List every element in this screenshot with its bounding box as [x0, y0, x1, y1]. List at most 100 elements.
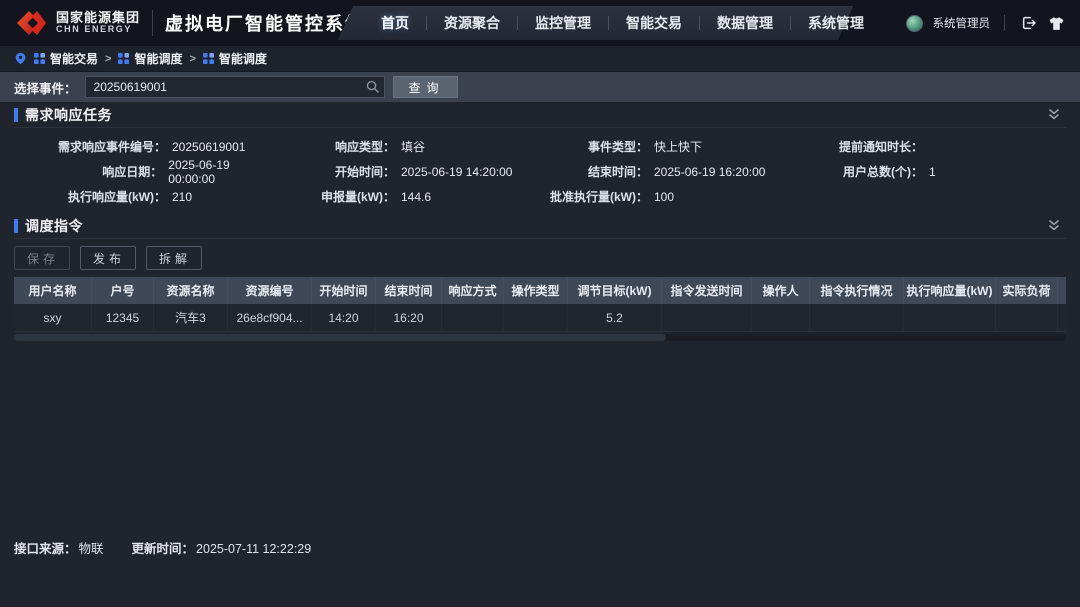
field-label: 事件类型：: [540, 138, 648, 155]
nav-item-5[interactable]: 系统管理: [791, 13, 881, 33]
column-header-3[interactable]: 资源编号: [228, 277, 312, 304]
cell: 汽车3: [154, 304, 228, 331]
field-value: 100: [654, 190, 674, 204]
breadcrumb-label: 智能交易: [50, 50, 98, 67]
breadcrumb-item-0[interactable]: 智能交易: [34, 50, 98, 67]
breadcrumb-label: 智能调度: [219, 50, 267, 67]
realtime-tracking-chart: [0, 349, 1080, 524]
column-header-5[interactable]: 结束时间: [376, 277, 442, 304]
field-value: 2025-06-19 14:20:00: [401, 165, 512, 179]
task-field-8: 执行响应量(kW)： 210: [14, 184, 277, 209]
source-value: 物联: [79, 542, 104, 556]
field-value: 144.6: [401, 190, 431, 204]
app-title: 虚拟电厂智能管控系统: [165, 10, 365, 36]
task-field-11: [803, 184, 1066, 209]
field-label: 执行响应量(kW)：: [14, 188, 166, 205]
nav-item-1[interactable]: 资源聚合: [427, 13, 517, 33]
dispatch-section: 调度指令 保存发布拆解 用户名称户号资源名称资源编号开始时间结束时间响应方式操作…: [0, 213, 1080, 341]
dispatch-table: 用户名称户号资源名称资源编号开始时间结束时间响应方式操作类型调节目标(kW)指令…: [14, 277, 1066, 332]
table-row[interactable]: sxy12345汽车326e8cf904...14:2016:205.2: [14, 304, 1066, 332]
cell: 5.2: [568, 304, 662, 331]
nav-item-0[interactable]: 首页: [364, 13, 426, 33]
cell: [442, 304, 504, 331]
cell: [1058, 304, 1066, 331]
update-time-value: 2025-07-11 12:22:29: [196, 542, 311, 556]
task-field-1: 响应类型：填谷: [277, 134, 540, 159]
breadcrumb-item-1[interactable]: 智能调度: [118, 50, 182, 67]
table-header-row: 用户名称户号资源名称资源编号开始时间结束时间响应方式操作类型调节目标(kW)指令…: [14, 277, 1066, 304]
nav-item-2[interactable]: 监控管理: [518, 13, 608, 33]
column-header-7[interactable]: 操作类型: [504, 277, 568, 304]
column-header-4[interactable]: 开始时间: [312, 277, 376, 304]
cell: 16:20: [376, 304, 442, 331]
task-field-6: 结束时间： 2025-06-19 16:20:00: [540, 159, 803, 184]
column-header-1[interactable]: 户号: [92, 277, 154, 304]
brand-name-cn: 国家能源集团: [56, 11, 140, 25]
main-nav: 首页资源聚合监控管理智能交易数据管理系统管理: [338, 6, 899, 40]
logout-icon[interactable]: [1019, 14, 1037, 32]
theme-icon[interactable]: [1047, 14, 1066, 33]
cell: [996, 304, 1058, 331]
grid-icon: [34, 53, 45, 64]
chn-energy-logo-icon: [14, 8, 48, 38]
cell: [810, 304, 904, 331]
brand-logo: 国家能源集团 CHN ENERGY: [14, 8, 140, 38]
cell: 26e8cf904...: [228, 304, 312, 331]
field-value: 20250619001: [172, 140, 245, 154]
grid-icon: [203, 53, 214, 64]
cell: sxy: [14, 304, 92, 331]
user-avatar[interactable]: [906, 15, 923, 32]
brand-name-en: CHN ENERGY: [56, 25, 140, 34]
field-label: 开始时间：: [277, 163, 395, 180]
nav-item-3[interactable]: 智能交易: [609, 13, 699, 33]
field-value: 2025-06-19 16:20:00: [654, 165, 765, 179]
field-label: 响应日期：: [14, 163, 162, 180]
cell: [904, 304, 996, 331]
page-footer: 接口来源：物联 更新时间：2025-07-11 12:22:29: [0, 524, 1080, 557]
column-header-9[interactable]: 指令发送时间: [662, 277, 752, 304]
event-select-label: 选择事件：: [14, 78, 77, 97]
task-field-4: 响应日期： 2025-06-19 00:00:00: [14, 159, 277, 184]
task-field-9: 申报量(kW)： 144.6: [277, 184, 540, 209]
load-line-chart: [10, 369, 1070, 521]
field-value: 快上快下: [654, 138, 702, 155]
column-header-11[interactable]: 指令执行情况: [810, 277, 904, 304]
grid-icon: [118, 53, 129, 64]
column-header-6[interactable]: 响应方式: [442, 277, 504, 304]
collapse-chevron-icon[interactable]: [1048, 219, 1060, 235]
column-header-0[interactable]: 用户名称: [14, 277, 92, 304]
field-label: 结束时间：: [540, 163, 648, 180]
query-button[interactable]: 查询: [393, 76, 458, 98]
publish-button[interactable]: 发布: [80, 246, 136, 270]
event-select-input[interactable]: [85, 76, 385, 98]
task-field-2: 事件类型： 快上快下: [540, 134, 803, 159]
user-name: 系统管理员: [933, 15, 991, 31]
header-vertical-divider: [1004, 15, 1005, 31]
field-label: 用户总数(个)：: [803, 163, 923, 180]
column-header-14[interactable]: 执行: [1058, 277, 1066, 304]
section-accent-bar: [14, 108, 18, 122]
nav-item-4[interactable]: 数据管理: [700, 13, 790, 33]
field-label: 申报量(kW)：: [277, 188, 395, 205]
column-header-8[interactable]: 调节目标(kW): [568, 277, 662, 304]
column-header-2[interactable]: 资源名称: [154, 277, 228, 304]
source-label: 接口来源：: [14, 542, 77, 556]
table-horizontal-scrollbar[interactable]: [14, 334, 1066, 341]
field-label: 提前通知时长：: [803, 138, 923, 155]
field-value: 填谷: [401, 138, 425, 155]
field-label: 需求响应事件编号：: [14, 138, 166, 155]
collapse-chevron-icon[interactable]: [1048, 108, 1060, 124]
field-value: 210: [172, 190, 192, 204]
scrollbar-thumb[interactable]: [14, 334, 666, 341]
breadcrumb-item-2[interactable]: 智能调度: [203, 50, 267, 67]
column-header-10[interactable]: 操作人: [752, 277, 810, 304]
location-pin-icon: [14, 51, 27, 66]
field-value: 1: [929, 165, 936, 179]
column-header-13[interactable]: 实际负荷: [996, 277, 1058, 304]
search-icon[interactable]: [365, 79, 380, 97]
breadcrumb-separator: >: [105, 53, 111, 65]
column-header-12[interactable]: 执行响应量(kW): [904, 277, 996, 304]
split-button[interactable]: 拆解: [146, 246, 202, 270]
header-divider: [152, 10, 153, 36]
field-value: 2025-06-19 00:00:00: [168, 158, 277, 186]
